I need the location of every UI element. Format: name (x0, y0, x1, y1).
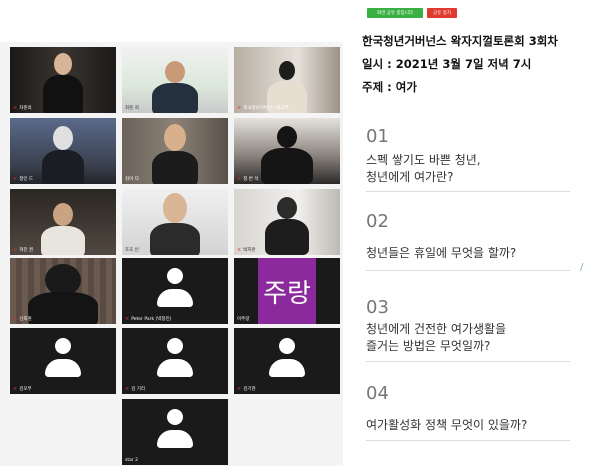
participant-name: 선희원 (19, 317, 32, 322)
slide-topic: 주제 : 여가 (362, 80, 417, 94)
question-item: 04 여가활성화 정책 무엇이 있을까? (366, 383, 591, 463)
participant-figure (265, 197, 309, 255)
participant-figure (261, 126, 313, 184)
slide-date: 일시 : 2021년 3월 7일 저녁 7시 (362, 57, 532, 71)
participant-name: 외국청년거버넌스외교부 (243, 106, 289, 111)
participant-name: 조호 빈 (125, 248, 139, 253)
participant-name: 김 기리 (131, 387, 146, 392)
avatar-placeholder-icon (155, 268, 195, 314)
question-item: 03 청년에게 건전한 여가생활을 즐거는 방법은 무엇일까? (366, 297, 591, 383)
participant-name: 정인 드 (19, 177, 34, 182)
participant-initials: 주랑 (263, 278, 311, 309)
participant-tile[interactable]: ⨯ 정 반 석 (234, 118, 340, 184)
divider (366, 270, 570, 271)
divider (366, 361, 570, 362)
participant-tile[interactable]: ⨯ 김모부 (10, 328, 116, 394)
participant-tile[interactable]: 주랑 이주랑 (234, 258, 340, 324)
participant-tile[interactable]: ⨯ 선희원 (10, 258, 116, 324)
screen-share-status: 화면 공유 중입니다 (367, 8, 423, 18)
participant-tile[interactable]: ⨯ 김 기리 (122, 328, 228, 394)
participant-name: 김어 다 (125, 177, 139, 182)
participant-figure (43, 53, 83, 113)
slide-title: 한국청년거버넌스 왁자지껄토론회 3회차 (362, 34, 558, 48)
participant-figure (28, 264, 98, 324)
initials-avatar: 주랑 (258, 258, 316, 324)
mic-muted-icon: ⨯ (13, 176, 18, 182)
participant-figure (152, 61, 198, 113)
avatar-placeholder-icon (267, 338, 307, 384)
avatar-placeholder-icon (155, 409, 195, 455)
participant-name: 김모부 (19, 387, 32, 392)
participant-name: 정 반 석 (243, 177, 259, 182)
participant-name: 김기현 (243, 387, 256, 392)
stop-share-button[interactable]: 공유 중지 (426, 8, 457, 18)
participant-tile[interactable]: 조호 빈 (122, 189, 228, 255)
mic-muted-icon: ⨯ (13, 105, 18, 111)
mic-muted-icon: ⨯ (237, 105, 242, 111)
participant-tile[interactable]: ⨯ 혁진 권 (10, 189, 116, 255)
mic-muted-icon: ⨯ (125, 316, 130, 322)
participant-name: 이주랑 (237, 317, 250, 322)
shared-slide: 한국청년거버넌스 왁자지껄토론회 3회차 일시 : 2021년 3월 7일 저녁… (362, 30, 595, 99)
mic-muted-icon: ⨯ (13, 386, 18, 392)
question-number: 03 (366, 297, 389, 318)
question-list: 01 스펙 쌓기도 바쁜 청년, 청년에게 여가란? 02 청년들은 휴일에 무… (366, 126, 591, 463)
participant-tile[interactable]: star 2 (122, 399, 228, 465)
avatar-placeholder-icon (155, 338, 195, 384)
question-text: 청년에게 건전한 여가생활을 즐거는 방법은 무엇일까? (366, 322, 507, 353)
participant-name: 최준 희 (125, 106, 139, 111)
participant-tile[interactable]: 최준 희 (122, 47, 228, 113)
participant-figure (150, 193, 200, 255)
mic-muted-icon: ⨯ (125, 386, 130, 392)
mic-muted-icon: ⨯ (237, 247, 242, 253)
participant-name: 혁진 권 (19, 248, 34, 253)
decorative-mark: / (580, 262, 584, 273)
question-text: 스펙 쌓기도 바쁜 청년, 청년에게 여가란? (366, 153, 481, 184)
participant-tile[interactable]: ⨯ 김기현 (234, 328, 340, 394)
question-item: 01 스펙 쌓기도 바쁜 청년, 청년에게 여가란? (366, 126, 591, 211)
question-item: 02 청년들은 휴일에 무엇을 할까? (366, 211, 591, 297)
question-text: 여가활성화 정책 무엇이 있을까? (366, 418, 528, 432)
mic-muted-icon: ⨯ (13, 316, 18, 322)
participant-figure (152, 124, 198, 184)
mic-muted-icon: ⨯ (237, 386, 242, 392)
question-number: 01 (366, 126, 389, 147)
participant-tile[interactable]: ⨯ 박지훈 (234, 189, 340, 255)
divider (366, 191, 570, 192)
gallery-top-bar (0, 0, 343, 42)
mic-muted-icon: ⨯ (13, 247, 18, 253)
participant-tile[interactable]: ⨯ Peter Park (박창민) (122, 258, 228, 324)
participant-tile[interactable]: ⨯ 외국청년거버넌스외교부 (234, 47, 340, 113)
participant-tile-speaking[interactable]: 김어 다 (122, 118, 228, 184)
participant-name: 박지훈 (243, 248, 256, 253)
participant-name: star 2 (125, 458, 139, 463)
question-text: 청년들은 휴일에 무엇을 할까? (366, 246, 517, 260)
question-number: 04 (366, 383, 389, 404)
participant-tile[interactable]: ⨯ 차준의 (10, 47, 116, 113)
participant-figure (41, 203, 85, 255)
participant-figure (42, 126, 84, 184)
screen-share-bar: 화면 공유 중입니다 공유 중지 (367, 8, 457, 18)
divider (366, 440, 570, 441)
participant-name: 차준의 (19, 106, 32, 111)
avatar-placeholder-icon (43, 338, 83, 384)
participant-name: Peter Park (박창민) (131, 317, 172, 322)
video-gallery: ⨯ 차준의 최준 희 ⨯ 외국청년거버넌스외교부 ⨯ 정인 드 김어 다 ⨯ 정… (0, 0, 343, 466)
question-number: 02 (366, 211, 389, 232)
mic-muted-icon: ⨯ (237, 176, 242, 182)
participant-tile[interactable]: ⨯ 정인 드 (10, 118, 116, 184)
